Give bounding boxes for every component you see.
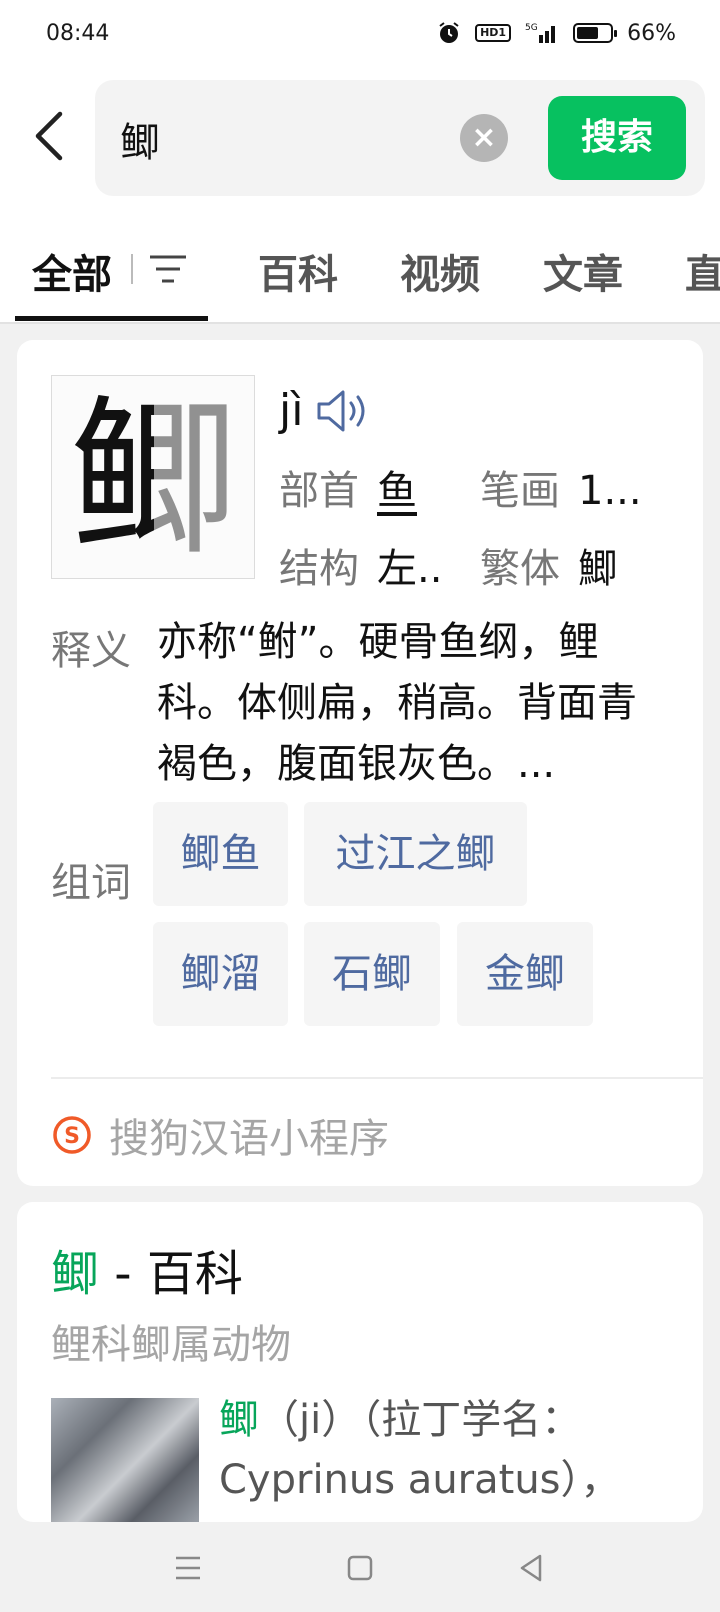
source-name: 搜狗汉语小程序: [109, 1116, 389, 1162]
baike-title[interactable]: 鲫 - 百科: [51, 1234, 243, 1304]
filter-icon[interactable]: [148, 252, 188, 286]
word-chip[interactable]: 石鲫: [304, 922, 440, 1026]
status-icons: HD1 5G 66%: [437, 21, 676, 46]
strokes-label: 笔画: [480, 468, 560, 514]
menu-icon[interactable]: [168, 1548, 208, 1588]
tab-all[interactable]: 全部: [32, 242, 112, 300]
clear-icon[interactable]: ×: [460, 114, 508, 162]
search-header: 鲫 × 搜索: [0, 66, 720, 214]
search-query[interactable]: 鲫: [120, 110, 160, 168]
word-chip[interactable]: 鲫鱼: [153, 802, 288, 906]
baike-title-char: 鲫: [51, 1246, 100, 1302]
pinyin-row: jì: [279, 385, 371, 436]
fish-thumbnail[interactable]: [51, 1398, 199, 1522]
battery-percent: 66%: [627, 20, 676, 46]
word-chip[interactable]: 鲫溜: [153, 922, 288, 1026]
baike-snippet-text: （ji）（拉丁学名：Cyprinus auratus），: [219, 1397, 621, 1503]
character-glyph: 鲫: [69, 381, 254, 579]
traditional-label: 繁体: [480, 546, 560, 592]
word-chip[interactable]: 过江之鲫: [304, 802, 527, 906]
structure-row: 结构 左..: [279, 536, 442, 594]
words-label: 组词: [51, 860, 131, 906]
radical-value[interactable]: 鱼: [377, 468, 417, 514]
tab-live[interactable]: 直: [685, 242, 720, 300]
baike-subtitle: 鲤科鲫属动物: [51, 1322, 291, 1368]
baike-title-suffix: - 百科: [99, 1246, 243, 1302]
svg-text:S: S: [64, 1124, 80, 1149]
navigation-bar: [0, 1522, 720, 1612]
back-arrow-icon[interactable]: [30, 106, 70, 166]
signal-icon: 5G: [525, 23, 556, 43]
radical-label: 部首: [279, 468, 359, 514]
tab-baike[interactable]: 百科: [258, 242, 338, 300]
status-bar: 08:44 HD1 5G 66%: [0, 0, 720, 66]
definition-text[interactable]: 亦称“鲋”。硬骨鱼纲，鲤科。体侧扁，稍高。背面青褐色，腹面银灰色。...: [157, 612, 657, 795]
search-input[interactable]: 鲫 × 搜索: [95, 80, 705, 196]
tab-bar: 全部 百科 视频 文章 直: [0, 214, 720, 324]
tab-divider: [131, 254, 133, 284]
card-divider: [51, 1077, 703, 1079]
sogou-logo-icon: S: [53, 1116, 91, 1154]
tab-video[interactable]: 视频: [400, 242, 480, 300]
baike-snippet-char: 鲫: [219, 1397, 259, 1443]
radical-row: 部首鱼: [279, 458, 417, 516]
baike-card[interactable]: 鲫 - 百科 鲤科鲫属动物 鲫（ji）（拉丁学名：Cyprinus auratu…: [17, 1202, 703, 1522]
alarm-icon: [439, 22, 459, 43]
traditional-value: 鯽: [578, 546, 618, 592]
speaker-icon[interactable]: [315, 387, 371, 435]
source-row[interactable]: S 搜狗汉语小程序: [51, 1106, 389, 1164]
strokes-value: 1...: [578, 468, 642, 514]
structure-value: 左..: [377, 546, 443, 592]
battery-icon: [573, 23, 618, 43]
active-tab-indicator: [15, 316, 208, 321]
character-stroke-image: 鲫: [51, 375, 255, 579]
search-button[interactable]: 搜索: [548, 96, 686, 180]
word-chip[interactable]: 金鲫: [457, 922, 593, 1026]
traditional-row: 繁体鯽: [480, 536, 618, 594]
definition-label: 释义: [51, 628, 131, 674]
strokes-row: 笔画 1...: [480, 458, 642, 516]
pinyin: jì: [279, 385, 304, 436]
home-icon[interactable]: [340, 1548, 380, 1588]
tab-article[interactable]: 文章: [543, 242, 623, 300]
dictionary-card[interactable]: 鲫 jì 部首鱼 笔画 1... 结构左.. 繁体鯽 释义 亦称“鲋”。硬骨鱼纲，…: [17, 340, 703, 1186]
back-icon[interactable]: [512, 1548, 552, 1588]
structure-label: 结构: [279, 546, 359, 592]
baike-snippet: 鲫（ji）（拉丁学名：Cyprinus auratus），: [219, 1390, 659, 1510]
status-time: 08:44: [46, 20, 110, 46]
battery-fill: [577, 27, 599, 39]
hd-badge: HD1: [475, 24, 512, 42]
network-type: 5G: [525, 23, 538, 33]
